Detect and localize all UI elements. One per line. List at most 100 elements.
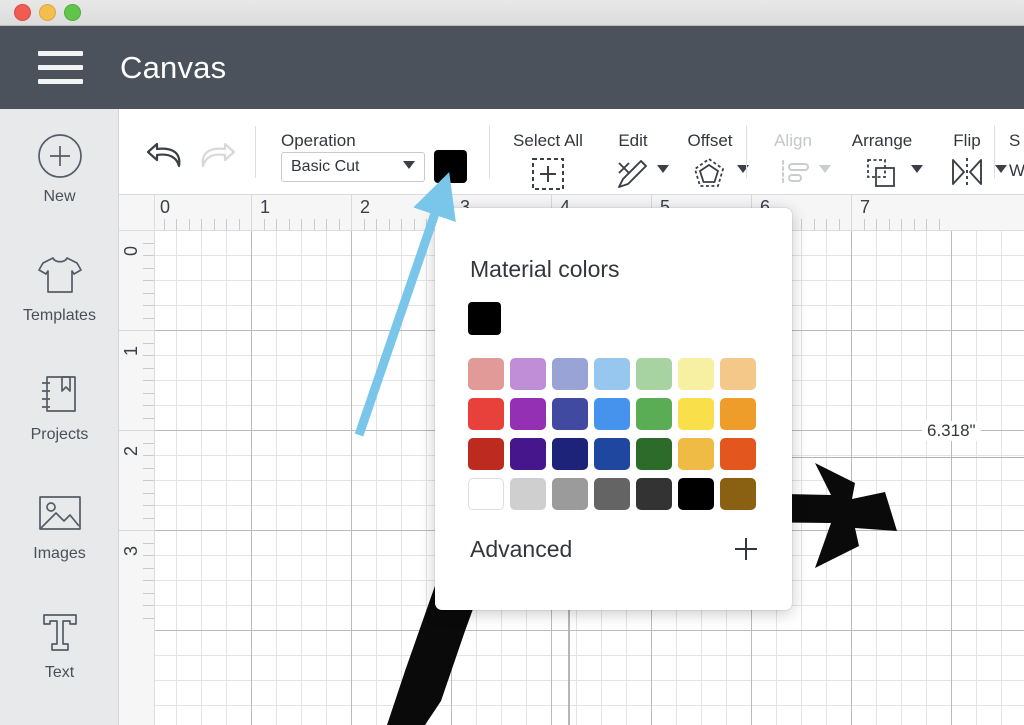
- operation-color-swatch[interactable]: [434, 150, 467, 183]
- ruler-major-tick: [119, 330, 155, 331]
- operation-select[interactable]: Basic Cut: [281, 152, 425, 182]
- page-title: Canvas: [120, 50, 226, 86]
- color-swatch[interactable]: [678, 438, 714, 470]
- flip-button[interactable]: Flip: [939, 109, 1019, 195]
- hamburger-bar: [38, 65, 83, 70]
- popup-title: Material colors: [470, 256, 620, 283]
- ruler-minor-tick: [864, 219, 865, 231]
- ruler-tick-label: 3: [121, 546, 142, 556]
- dimension-label: 6.318": [922, 421, 981, 441]
- color-swatch[interactable]: [678, 358, 714, 390]
- color-swatch[interactable]: [510, 358, 546, 390]
- ruler-minor-tick: [901, 219, 902, 231]
- color-swatch[interactable]: [720, 438, 756, 470]
- sidebar-item-templates[interactable]: Templates: [0, 228, 119, 347]
- color-swatch[interactable]: [720, 358, 756, 390]
- edit-label: Edit: [605, 131, 661, 151]
- color-swatch[interactable]: [552, 358, 588, 390]
- color-swatch[interactable]: [552, 398, 588, 430]
- undo-button[interactable]: [141, 136, 187, 174]
- ruler-minor-tick: [214, 219, 215, 231]
- tshirt-icon: [35, 250, 85, 300]
- hamburger-icon[interactable]: [38, 51, 83, 84]
- color-swatch[interactable]: [594, 478, 630, 510]
- color-swatch[interactable]: [678, 398, 714, 430]
- color-swatch[interactable]: [468, 438, 504, 470]
- top-toolbar: Operation Basic Cut Select All Edit: [119, 109, 1024, 195]
- arrange-label: Arrange: [843, 131, 921, 151]
- ruler-minor-tick: [143, 305, 155, 306]
- current-color-swatch[interactable]: [468, 302, 501, 335]
- color-swatch[interactable]: [594, 358, 630, 390]
- align-button[interactable]: Align: [763, 109, 843, 195]
- color-swatch[interactable]: [636, 478, 672, 510]
- ruler-minor-tick: [143, 355, 155, 356]
- size-button[interactable]: S W: [1009, 109, 1024, 195]
- color-swatch[interactable]: [720, 478, 756, 510]
- window-controls: [14, 4, 81, 21]
- color-swatch[interactable]: [468, 478, 504, 510]
- color-swatch[interactable]: [468, 398, 504, 430]
- chevron-down-icon[interactable]: [737, 165, 749, 173]
- ruler-minor-tick: [364, 219, 365, 231]
- ruler-tick-label: 0: [160, 197, 170, 218]
- ruler-minor-tick: [926, 219, 927, 231]
- chevron-down-icon[interactable]: [995, 165, 1007, 173]
- color-swatch[interactable]: [594, 438, 630, 470]
- color-swatch[interactable]: [552, 438, 588, 470]
- hamburger-bar: [38, 51, 83, 56]
- ruler-tick-label: 2: [121, 446, 142, 456]
- ruler-minor-tick: [143, 543, 155, 544]
- sidebar-item-label: Images: [33, 545, 85, 563]
- ruler-minor-tick: [143, 568, 155, 569]
- ruler-minor-tick: [326, 219, 327, 231]
- ruler-minor-tick: [143, 368, 155, 369]
- color-swatch[interactable]: [636, 358, 672, 390]
- sidebar-item-text[interactable]: Text: [0, 585, 119, 704]
- offset-shape-icon: [693, 157, 725, 189]
- plus-icon[interactable]: [735, 538, 757, 560]
- color-swatch[interactable]: [510, 478, 546, 510]
- ruler-minor-tick: [376, 219, 377, 231]
- ruler-minor-tick: [143, 443, 155, 444]
- color-swatch[interactable]: [510, 438, 546, 470]
- ruler-corner: [119, 195, 155, 231]
- color-swatch[interactable]: [594, 398, 630, 430]
- ruler-minor-tick: [176, 219, 177, 231]
- arrange-button[interactable]: Arrange: [843, 109, 939, 195]
- color-swatch[interactable]: [720, 398, 756, 430]
- ruler-minor-tick: [239, 219, 240, 231]
- color-swatch[interactable]: [468, 358, 504, 390]
- ruler-minor-tick: [939, 219, 940, 231]
- ruler-major-tick: [119, 530, 155, 531]
- edit-scissors-icon: [615, 157, 651, 191]
- color-swatch[interactable]: [510, 398, 546, 430]
- ruler-minor-tick: [289, 219, 290, 231]
- vertical-ruler[interactable]: 0123: [119, 231, 155, 725]
- sidebar-item-projects[interactable]: Projects: [0, 347, 119, 466]
- ruler-minor-tick: [143, 580, 155, 581]
- ruler-minor-tick: [314, 219, 315, 231]
- color-swatch[interactable]: [636, 398, 672, 430]
- close-window-button[interactable]: [14, 4, 31, 21]
- color-swatch[interactable]: [636, 438, 672, 470]
- select-all-button[interactable]: Select All: [501, 109, 595, 195]
- app-header: Canvas: [0, 26, 1024, 109]
- offset-button[interactable]: Offset: [679, 109, 759, 195]
- ruler-minor-tick: [143, 293, 155, 294]
- minimize-window-button[interactable]: [39, 4, 56, 21]
- ruler-minor-tick: [301, 219, 302, 231]
- ruler-minor-tick: [143, 268, 155, 269]
- sidebar-item-images[interactable]: Images: [0, 466, 119, 585]
- edit-button[interactable]: Edit: [605, 109, 677, 195]
- align-label: Align: [763, 131, 823, 151]
- redo-button[interactable]: [195, 136, 241, 174]
- chevron-down-icon[interactable]: [819, 165, 831, 173]
- color-swatch[interactable]: [552, 478, 588, 510]
- chevron-down-icon[interactable]: [911, 165, 923, 173]
- ruler-minor-tick: [401, 219, 402, 231]
- zoom-window-button[interactable]: [64, 4, 81, 21]
- chevron-down-icon[interactable]: [657, 165, 669, 173]
- color-swatch[interactable]: [678, 478, 714, 510]
- sidebar-item-new[interactable]: New: [0, 109, 119, 228]
